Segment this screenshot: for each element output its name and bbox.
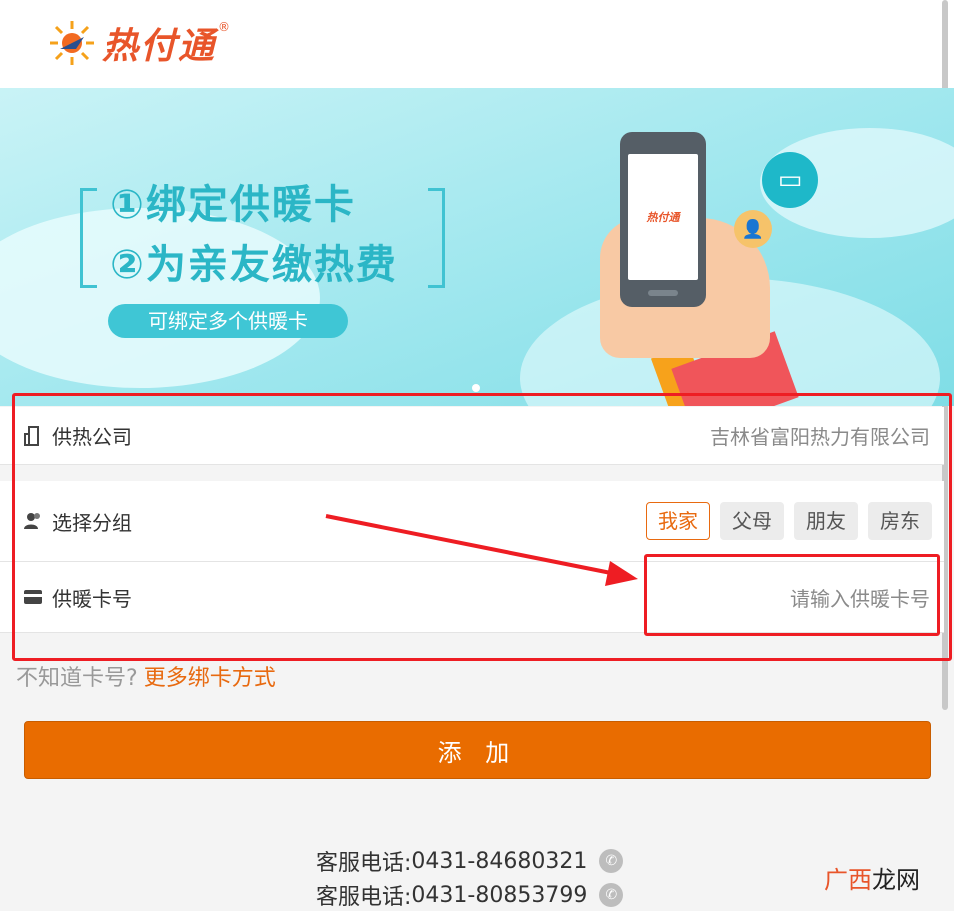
service-line: 客服电话: 0431-80853799 ✆	[316, 879, 624, 911]
phone-icon[interactable]: ✆	[599, 849, 624, 873]
service-number: 0431-84680321	[411, 848, 588, 874]
hint-text: 不知道卡号?	[16, 666, 138, 691]
card-hint: 不知道卡号? 更多绑卡方式	[16, 660, 276, 692]
service-line: 客服电话: 0431-84680321 ✆	[316, 845, 624, 877]
service-number: 0431-80853799	[411, 882, 588, 908]
service-label: 客服电话:	[316, 851, 412, 876]
watermark-part2: 龙网	[872, 866, 920, 894]
phone-icon[interactable]: ✆	[599, 883, 624, 907]
watermark: 广西龙网	[824, 860, 920, 895]
add-button[interactable]: 添 加	[24, 721, 931, 779]
watermark-part1: 广西	[824, 866, 872, 894]
service-label: 客服电话:	[316, 885, 412, 910]
more-bind-methods-link[interactable]: 更多绑卡方式	[144, 666, 276, 691]
